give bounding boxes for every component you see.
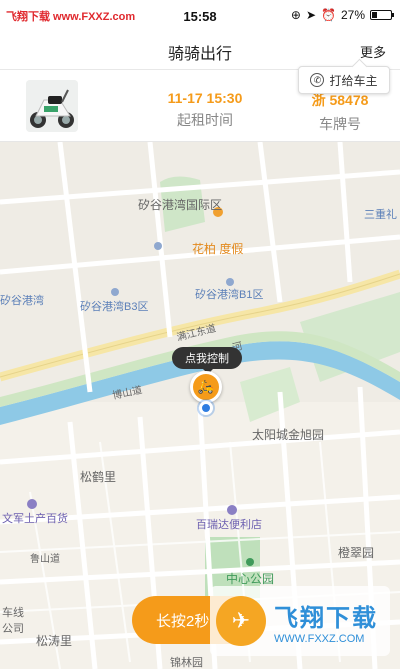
plate-column: 浙 58478 车牌号: [300, 90, 380, 134]
start-time-value: 11-17 15:30: [167, 90, 243, 106]
map-label-wenjun: 文军土产百货: [2, 513, 68, 525]
watermark-bottom: ✈ 飞翔下载 WWW.FXXZ.COM: [210, 586, 390, 656]
scooter-marker-icon[interactable]: 🛵: [190, 371, 222, 403]
more-button[interactable]: 更多: [360, 42, 386, 61]
map-label-songtao: 松涛里: [36, 634, 73, 648]
map-label-area1: 矽谷港湾国际区: [138, 198, 223, 212]
battery-percent: 27%: [340, 8, 365, 22]
map-label-zhongxin: 中心公园: [226, 572, 275, 586]
map-label-guwan: 矽谷港湾: [0, 295, 44, 307]
watermark-logo-icon: ✈: [216, 596, 266, 646]
phone-icon: ✆: [310, 73, 325, 87]
map-label-gongsi: 车线 公司: [2, 607, 24, 635]
orientation-lock-icon: ⊕: [290, 8, 301, 22]
map-label-b1: 矽谷港湾B1区: [195, 289, 264, 301]
call-owner-button[interactable]: ✆ 打给车主: [298, 66, 390, 94]
map-label-hotel: 花柏 度假: [192, 242, 244, 256]
page-title: 骑骑出行: [167, 46, 232, 63]
map-label-taiyang: 太阳城金旭园: [252, 428, 325, 442]
map-label-jinglin: 锦林园: [170, 657, 203, 669]
start-time-label: 起租时间: [177, 112, 233, 128]
map-label-bairuida: 百瑞达便利店: [196, 519, 262, 531]
plate-label: 车牌号: [319, 116, 361, 132]
control-tooltip[interactable]: 点我控制: [172, 347, 242, 374]
call-owner-label: 打给车主: [329, 73, 378, 88]
status-bar: 飞翔下载 www.FXXZ.com 15:58 ⊕ ➤ ⏰ 27%: [0, 0, 400, 32]
alarm-icon: ⏰: [321, 8, 336, 22]
road-label-lushan: 鲁山道: [30, 554, 60, 565]
map-label-chengcui: 橙翠园: [338, 546, 375, 560]
map-label-sanzhong: 三重礼: [364, 209, 397, 221]
start-time-column: 11-17 15:30 起租时间: [155, 90, 255, 130]
current-location-icon: [199, 401, 213, 415]
status-icons: ⊕ ➤ ⏰ 27%: [290, 8, 394, 22]
map-label-b3: 矽谷港湾B3区: [80, 301, 149, 313]
watermark-title: 飞翔下载: [274, 604, 378, 632]
battery-icon: [370, 10, 394, 20]
map-label-songhe: 松鹤里: [80, 470, 117, 484]
watermark-url: WWW.FXXZ.COM: [274, 632, 365, 645]
location-arrow-icon: ➤: [305, 8, 317, 22]
nav-bar: 骑骑出行 更多: [0, 32, 400, 70]
scooter-thumbnail: [26, 80, 78, 132]
